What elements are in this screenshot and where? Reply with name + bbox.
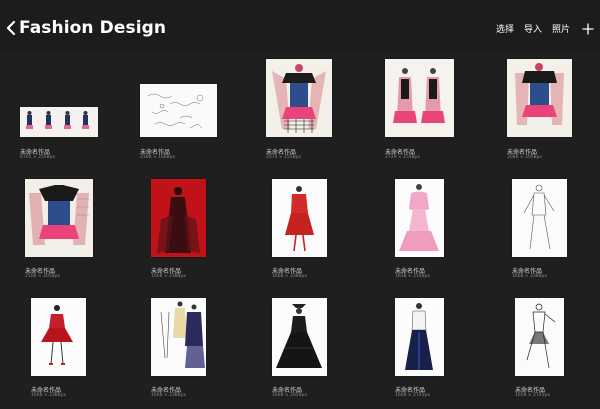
back-button[interactable]: Fashion Design	[6, 18, 166, 38]
artwork-dimensions: 1658 × 2743px	[515, 393, 551, 398]
artwork-thumbnail[interactable]	[395, 298, 444, 376]
artwork-dimensions: 2729 × 2548px	[385, 155, 421, 160]
artwork-thumbnail[interactable]	[31, 298, 86, 376]
artwork-dimensions: 1668 × 2743px	[395, 393, 431, 398]
chevron-left-icon	[6, 21, 16, 35]
artwork-thumbnail[interactable]	[272, 179, 327, 257]
artwork-thumbnail[interactable]	[20, 107, 98, 137]
artwork-dimensions: 2086 × 2058px	[507, 155, 543, 160]
artwork-dimensions: 6705 × 2558px	[20, 155, 56, 160]
artwork-thumbnail[interactable]	[512, 179, 567, 257]
artwork-thumbnail[interactable]	[272, 298, 327, 376]
artwork-thumbnail[interactable]	[395, 179, 444, 257]
artwork-thumbnail[interactable]	[515, 298, 564, 376]
add-button[interactable]	[582, 22, 594, 35]
artwork-dimensions: 1668 × 2388px	[31, 393, 67, 398]
artwork-dimensions: 1658 × 2148px	[395, 274, 431, 279]
page-title: Fashion Design	[19, 18, 167, 38]
artwork-thumbnail[interactable]	[266, 59, 332, 137]
top-bar: Fashion Design 选择 导入 照片	[0, 0, 600, 50]
artwork-thumbnail[interactable]	[151, 298, 206, 376]
photos-button[interactable]: 照片	[552, 22, 570, 35]
import-button[interactable]: 导入	[524, 22, 542, 35]
toolbar-actions: 选择 导入 照片	[486, 22, 594, 35]
artwork-thumbnail[interactable]	[140, 84, 217, 137]
plus-icon	[582, 22, 594, 35]
artwork-thumbnail[interactable]	[385, 59, 454, 137]
artwork-thumbnail[interactable]	[151, 179, 206, 257]
select-button[interactable]: 选择	[496, 22, 514, 35]
artwork-dimensions: 1668 × 2388px	[512, 274, 548, 279]
artwork-thumbnail[interactable]	[507, 59, 572, 137]
artwork-dimensions: 2106 × 2058px	[25, 274, 61, 279]
artwork-thumbnail[interactable]	[25, 179, 93, 257]
artwork-dimensions: 1668 × 2388px	[151, 274, 187, 279]
artwork-dimensions: 1668 × 2388px	[151, 393, 187, 398]
artwork-dimensions: 1668 × 2058px	[272, 393, 308, 398]
artwork-dimensions: 2074 × 2558px	[266, 155, 302, 160]
artwork-dimensions: 2308 × 1668px	[140, 155, 176, 160]
artwork-dimensions: 1668 × 2388px	[272, 274, 308, 279]
